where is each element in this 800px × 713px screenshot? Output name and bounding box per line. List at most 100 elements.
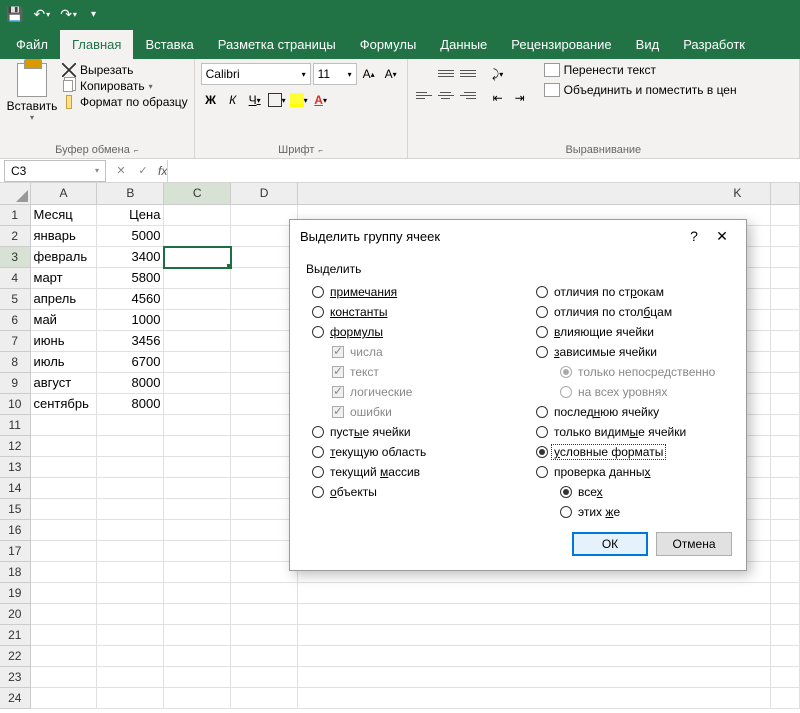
cell[interactable] [97,415,164,436]
align-bottom-button[interactable] [458,63,478,83]
cell[interactable] [164,646,231,667]
cell[interactable] [771,478,800,499]
cell[interactable] [97,562,164,583]
cell[interactable] [31,436,98,457]
cell[interactable] [164,352,231,373]
row-header-14[interactable]: 14 [0,478,31,499]
save-icon[interactable]: 💾 [6,6,23,23]
cell[interactable]: 4560 [97,289,164,310]
cell[interactable] [31,646,98,667]
font-size-combo[interactable]: 11▾ [313,63,357,85]
select-all-triangle[interactable] [0,183,31,205]
cell[interactable] [97,646,164,667]
row-header-3[interactable]: 3 [0,247,31,268]
increase-indent-button[interactable]: ⇥ [510,87,530,109]
cell[interactable] [298,583,704,604]
cell[interactable] [231,583,298,604]
cell[interactable]: 3456 [97,331,164,352]
row-header-13[interactable]: 13 [0,457,31,478]
align-right-button[interactable] [458,85,478,105]
cell[interactable] [771,457,800,478]
row-header-2[interactable]: 2 [0,226,31,247]
radio-all[interactable]: всех [530,482,730,502]
radio-notes[interactable]: примечания [306,282,506,302]
row-header-21[interactable]: 21 [0,625,31,646]
customize-qat-icon[interactable]: ▾ [91,9,96,20]
font-name-combo[interactable]: Calibri▾ [201,63,311,85]
cell[interactable] [771,562,800,583]
cell[interactable] [704,667,771,688]
cell[interactable] [31,457,98,478]
cell[interactable] [164,625,231,646]
cell[interactable] [31,688,98,709]
cell[interactable] [164,289,231,310]
radio-current-array[interactable]: текущий массив [306,462,506,482]
align-middle-button[interactable] [436,63,456,83]
cell[interactable] [164,541,231,562]
cell[interactable] [164,478,231,499]
cancel-formula-button[interactable]: ✕ [110,160,132,182]
cell[interactable] [97,541,164,562]
row-header-4[interactable]: 4 [0,268,31,289]
name-box[interactable]: C3▾ [4,160,106,182]
cell[interactable] [771,583,800,604]
tab-insert[interactable]: Вставка [133,30,205,59]
row-header-24[interactable]: 24 [0,688,31,709]
radio-visible-only[interactable]: только видимые ячейки [530,422,730,442]
radio-precedents[interactable]: влияющие ячейки [530,322,730,342]
cell[interactable] [771,520,800,541]
cell[interactable] [31,541,98,562]
radio-blanks[interactable]: пустые ячейки [306,422,506,442]
cell[interactable]: март [31,268,98,289]
cell[interactable] [164,373,231,394]
cell[interactable] [97,688,164,709]
cell[interactable] [164,667,231,688]
cell[interactable] [97,478,164,499]
cell[interactable] [231,646,298,667]
row-header-19[interactable]: 19 [0,583,31,604]
cell[interactable] [771,373,800,394]
cell[interactable] [164,436,231,457]
cell[interactable] [771,541,800,562]
row-header-17[interactable]: 17 [0,541,31,562]
col-header-gap[interactable] [298,183,705,205]
radio-constants[interactable]: константы [306,302,506,322]
row-header-7[interactable]: 7 [0,331,31,352]
row-header-9[interactable]: 9 [0,373,31,394]
col-header-L[interactable] [771,183,800,205]
row-header-18[interactable]: 18 [0,562,31,583]
row-header-16[interactable]: 16 [0,520,31,541]
shrink-font-button[interactable]: A▾ [381,63,401,85]
cell[interactable]: 5800 [97,268,164,289]
cell[interactable] [164,415,231,436]
col-header-D[interactable]: D [231,183,298,205]
col-header-K[interactable]: K [704,183,771,205]
cell[interactable] [231,688,298,709]
align-top-button[interactable] [414,63,434,83]
cell[interactable] [97,520,164,541]
align-center-button[interactable] [436,85,456,105]
row-header-8[interactable]: 8 [0,352,31,373]
cell[interactable] [771,604,800,625]
radio-current-region[interactable]: текущую область [306,442,506,462]
cell[interactable] [298,667,704,688]
radio-last-cell[interactable]: последнюю ячейку [530,402,730,422]
cell[interactable] [231,604,298,625]
dialog-help-button[interactable]: ? [680,222,708,250]
cell[interactable]: Месяц [31,205,98,226]
underline-button[interactable]: Ч▾ [245,89,265,111]
row-header-5[interactable]: 5 [0,289,31,310]
row-header-11[interactable]: 11 [0,415,31,436]
cell[interactable] [31,667,98,688]
col-header-B[interactable]: B [97,183,164,205]
cell[interactable] [164,457,231,478]
enter-formula-button[interactable]: ✓ [132,160,154,182]
cell[interactable]: апрель [31,289,98,310]
tab-layout[interactable]: Разметка страницы [206,30,348,59]
cell[interactable]: 8000 [97,394,164,415]
cell[interactable] [164,394,231,415]
row-header-10[interactable]: 10 [0,394,31,415]
radio-col-diffs[interactable]: отличия по столбцам [530,302,730,322]
orientation-button[interactable]: ⤸▾ [488,63,508,85]
cell[interactable] [31,583,98,604]
